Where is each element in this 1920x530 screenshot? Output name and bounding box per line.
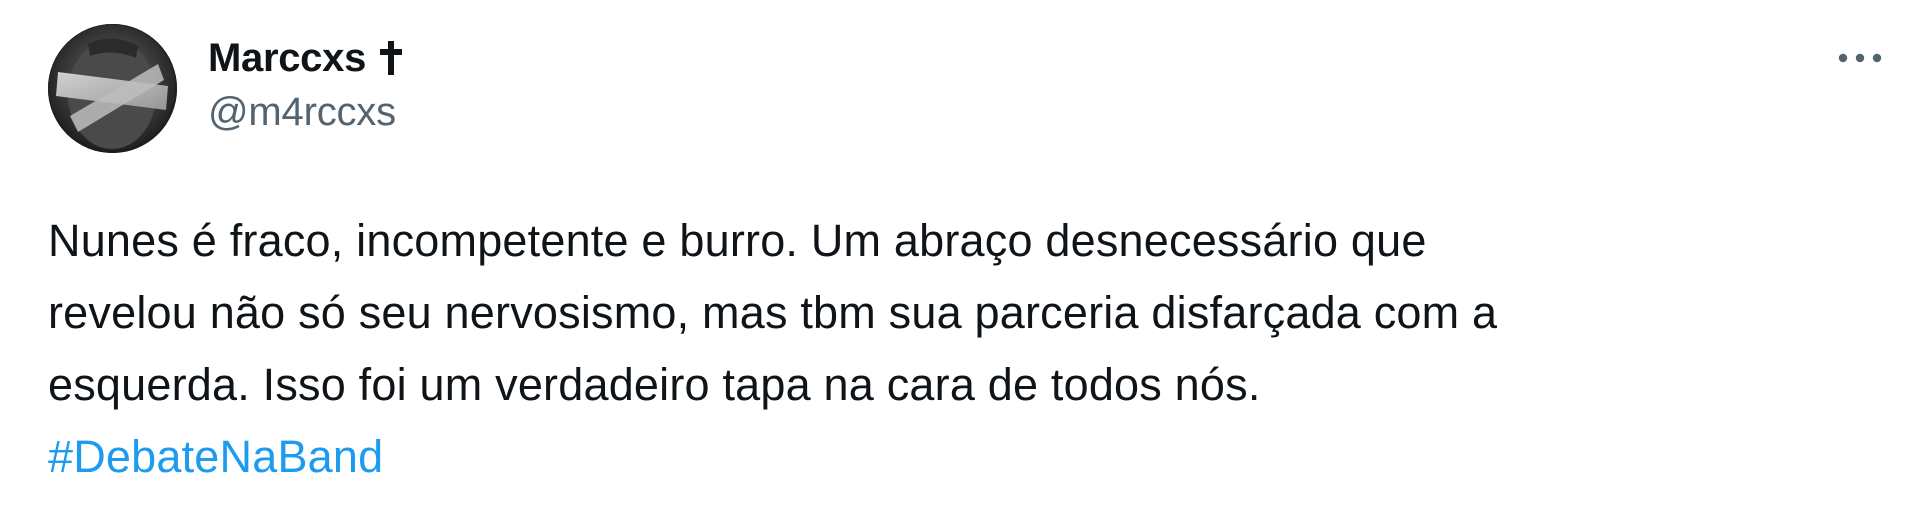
tweet-text-line: Nunes é fraco, incompetente e burro. Um …: [48, 215, 1427, 266]
hashtag-link[interactable]: #DebateNaBand: [48, 421, 1888, 493]
tweet-text-line: esquerda. Isso foi um verdadeiro tapa na…: [48, 359, 1261, 410]
avatar[interactable]: [48, 24, 177, 153]
user-handle[interactable]: @m4rccxs: [208, 90, 404, 135]
display-name[interactable]: Marccxs: [208, 36, 366, 81]
more-horizontal-icon: [1838, 53, 1882, 63]
avatar-image: [48, 24, 177, 153]
display-name-row: Marccxs: [208, 28, 404, 88]
tweet-text-line: revelou não só seu nervosismo, mas tbm s…: [48, 287, 1498, 338]
tweet-header: Marccxs @m4rccxs: [48, 24, 404, 153]
tweet-text: Nunes é fraco, incompetente e burro. Um …: [48, 205, 1888, 493]
user-info: Marccxs @m4rccxs: [208, 24, 404, 135]
tweet-card: Marccxs @m4rccxs Nunes é fraco, incompet…: [0, 0, 1920, 530]
latin-cross-icon: [378, 41, 404, 75]
more-options-button[interactable]: [1828, 34, 1892, 82]
